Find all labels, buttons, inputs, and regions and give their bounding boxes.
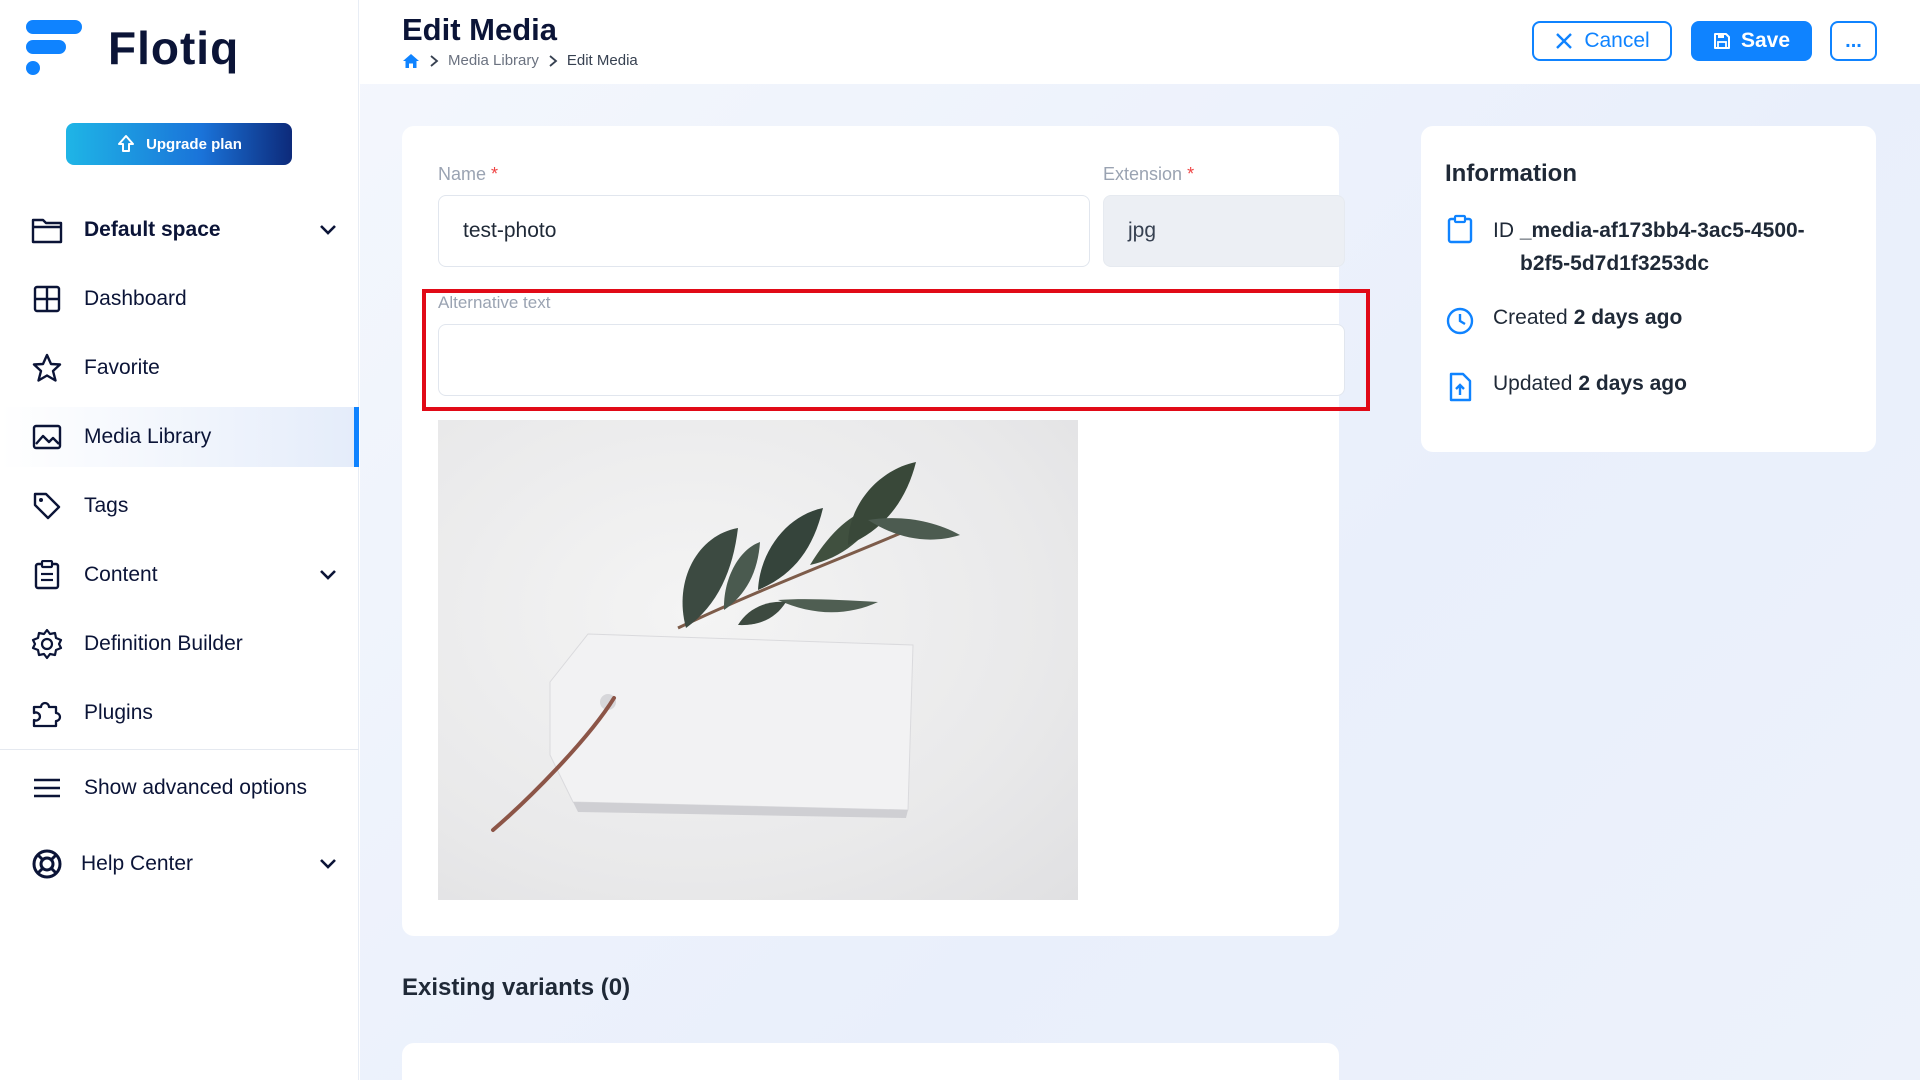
upgrade-plan-label: Upgrade plan (146, 135, 242, 153)
chevron-down-icon[interactable] (317, 852, 339, 874)
sidebar-item-content[interactable]: Content (0, 545, 359, 605)
dashboard-grid-icon (30, 282, 64, 316)
chevron-down-icon[interactable] (317, 218, 339, 240)
help-center-label: Help Center (81, 852, 194, 875)
sidebar-item-label: Media Library (84, 425, 212, 448)
breadcrumb-current: Edit Media (566, 52, 638, 69)
folder-icon (30, 213, 64, 247)
breadcrumb-media-library[interactable]: Media Library (448, 52, 539, 69)
sidebar-item-plugins[interactable]: Plugins (0, 683, 359, 743)
sidebar-item-favorite[interactable]: Favorite (0, 338, 359, 398)
variants-card (402, 1043, 1339, 1080)
main-area: Edit Media Media Library Edit Media Canc… (360, 0, 1920, 1080)
sidebar-item-label: Tags (84, 494, 129, 517)
sidebar-item-label: Definition Builder (84, 632, 243, 655)
close-icon (1556, 33, 1573, 49)
file-upload-icon (1449, 372, 1472, 402)
upgrade-plan-button[interactable]: Upgrade plan (66, 123, 292, 165)
top-bar: Edit Media Media Library Edit Media Canc… (360, 0, 1920, 84)
name-input[interactable]: test-photo (438, 195, 1090, 267)
required-mark: * (1187, 164, 1195, 184)
sidebar-item-label: Default space (84, 218, 221, 241)
breadcrumb: Media Library Edit Media (402, 52, 638, 69)
upload-arrow-icon (118, 135, 135, 152)
required-mark: * (491, 164, 499, 184)
info-created-row: Created 2 days ago (1445, 306, 1682, 336)
gear-icon (30, 627, 64, 661)
flotiq-logo-icon (26, 20, 82, 75)
info-id-row: ID _media-af173bb4-3ac5-4500- b2f5-5d7d1… (1445, 214, 1805, 280)
sidebar-item-dashboard[interactable]: Dashboard (0, 269, 359, 329)
name-label-text: Name (438, 164, 487, 184)
info-id-text: ID _media-af173bb4-3ac5-4500- b2f5-5d7d1… (1493, 214, 1805, 280)
sidebar-help-wrapper: Help Center (0, 834, 359, 903)
cancel-button[interactable]: Cancel (1532, 21, 1672, 61)
information-title: Information (1445, 160, 1577, 187)
extension-field-label: Extension * (1103, 164, 1194, 185)
image-icon (30, 420, 64, 454)
page-title: Edit Media (402, 12, 558, 47)
sidebar-advanced-wrapper: Show advanced options (0, 758, 359, 827)
clock-icon (1446, 307, 1474, 335)
chevron-down-icon[interactable] (317, 563, 339, 585)
name-field-label: Name * (438, 164, 498, 185)
existing-variants-title: Existing variants (0) (402, 974, 631, 1001)
chevron-right-icon (549, 54, 558, 67)
extension-input: jpg (1103, 195, 1345, 267)
sidebar-item-label: Plugins (84, 701, 153, 724)
sidebar-item-media-library[interactable]: Media Library (0, 407, 359, 467)
show-advanced-options-button[interactable]: Show advanced options (0, 758, 359, 818)
info-id-value: _media-af173bb4-3ac5-4500- (1519, 219, 1805, 242)
alt-text-highlight-box (422, 289, 1370, 411)
info-id-label: ID (1493, 219, 1514, 242)
info-id-value-cont: b2f5-5d7d1f3253dc (1520, 252, 1710, 275)
clipboard-icon (1447, 214, 1473, 244)
info-created-value: 2 days ago (1573, 306, 1683, 329)
tag-icon (30, 489, 64, 523)
sidebar-item-tags[interactable]: Tags (0, 476, 359, 536)
info-updated-row: Updated 2 days ago (1445, 372, 1687, 402)
clipboard-icon (30, 558, 64, 592)
cancel-label: Cancel (1584, 29, 1650, 52)
sidebar-nav: Default space Dashboard Favorite Media L… (0, 200, 359, 752)
hamburger-menu-icon (30, 771, 64, 805)
extension-label-text: Extension (1103, 164, 1183, 184)
lifebuoy-icon (30, 847, 64, 881)
media-form-card: Name * test-photo Extension * jpg Altern… (402, 126, 1370, 936)
floppy-disk-icon (1713, 33, 1730, 49)
eucalyptus-tag-photo (491, 462, 960, 832)
sidebar-item-label: Dashboard (84, 287, 187, 310)
logo[interactable]: Flotiq (22, 16, 239, 80)
sidebar-item-default-space[interactable]: Default space (0, 200, 359, 260)
save-button[interactable]: Save (1691, 21, 1812, 61)
brand-name: Flotiq (108, 22, 240, 74)
sidebar-divider (0, 749, 359, 750)
info-created-label: Created (1493, 306, 1568, 329)
more-options-label: ... (1845, 29, 1862, 52)
star-icon (30, 351, 64, 385)
puzzle-icon (30, 696, 64, 730)
chevron-right-icon (430, 54, 439, 67)
save-label: Save (1740, 29, 1791, 52)
sidebar-item-definition-builder[interactable]: Definition Builder (0, 614, 359, 674)
media-preview-image (438, 420, 1078, 900)
show-advanced-options-label: Show advanced options (84, 776, 307, 799)
help-center-button[interactable]: Help Center (0, 834, 359, 894)
info-updated-label: Updated (1493, 372, 1573, 395)
sidebar-item-label: Content (84, 563, 158, 586)
home-icon[interactable] (402, 53, 420, 69)
sidebar: Flotiq Upgrade plan Default space Dashbo… (0, 0, 359, 1080)
info-updated-value: 2 days ago (1578, 372, 1687, 395)
more-options-button[interactable]: ... (1830, 21, 1877, 61)
information-card: Information ID _media-af173bb4-3ac5-4500… (1421, 126, 1876, 452)
sidebar-item-label: Favorite (84, 356, 160, 379)
